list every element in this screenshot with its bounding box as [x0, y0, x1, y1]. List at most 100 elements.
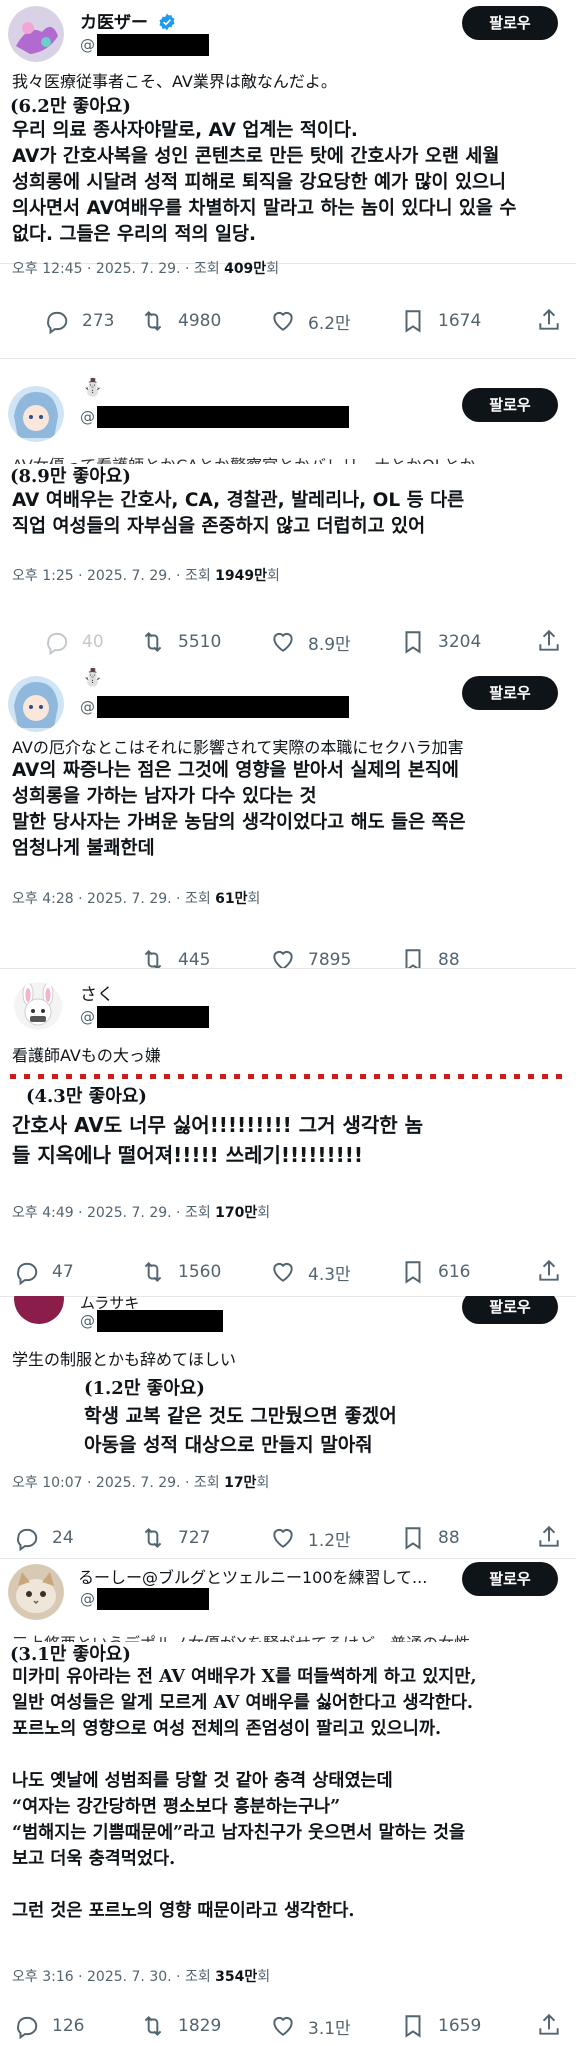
redacted-handle	[97, 1310, 223, 1332]
handle[interactable]: @	[80, 696, 349, 718]
redacted-handle	[97, 696, 349, 718]
repost-button[interactable]: 1560	[140, 1256, 221, 1288]
follow-button[interactable]: 팔로우	[462, 1562, 558, 1596]
redacted-handle	[97, 1588, 209, 1610]
red-dotted-divider	[10, 1074, 566, 1079]
reply-button[interactable]: 273	[44, 305, 114, 337]
bookmark-icon	[405, 1527, 421, 1550]
like-button[interactable]: 6.2만	[270, 305, 351, 337]
repost-icon	[144, 949, 162, 968]
display-name[interactable]: ⛄	[82, 668, 103, 688]
likes-badge: (3.1만 좋아요)	[10, 1644, 131, 1665]
timestamp: 오후 12:45 · 2025. 7. 29. · 조회 409만회	[12, 261, 280, 277]
bookmark-button[interactable]: 1674	[400, 305, 481, 337]
reply-button[interactable]: 24	[14, 1522, 74, 1554]
handle[interactable]: @	[80, 1588, 209, 1610]
share-icon[interactable]	[536, 2012, 562, 2038]
like-button[interactable]: 7895	[270, 944, 351, 968]
action-bar: 24 727 1.2만 88	[0, 1522, 576, 1554]
avatar[interactable]	[14, 1296, 64, 1324]
repost-button[interactable]: 1829	[140, 2010, 221, 2042]
reply-button[interactable]: 40	[44, 626, 104, 658]
handle[interactable]: @	[80, 1006, 209, 1028]
timestamp: 오후 10:07 · 2025. 7. 29. · 조회 17만회	[12, 1475, 270, 1491]
action-bar: 40 5510 8.9만 3204	[0, 626, 576, 658]
like-button[interactable]: 8.9만	[270, 626, 351, 658]
translation-text: 간호사 AV도 너무 싫어!!!!!!!!! 그거 생각한 놈 들 지옥에나 떨…	[12, 1113, 424, 1167]
action-bar: 445 7895 88	[0, 944, 576, 968]
bookmark-button[interactable]: 3204	[400, 626, 481, 658]
likes-badge: (1.2만 좋아요)	[84, 1378, 205, 1399]
original-text: 看護師AVもの大っ嫌	[12, 1046, 161, 1065]
avatar[interactable]	[14, 982, 62, 1030]
verified-badge-icon	[159, 13, 175, 31]
post-4: さく @ 看護師AVもの大っ嫌 (4.3만 좋아요) 간호사 AV도 너무 싫어…	[0, 978, 576, 1297]
reply-icon	[47, 311, 68, 334]
reply-icon	[17, 1528, 38, 1551]
repost-button[interactable]: 5510	[140, 626, 221, 658]
handle[interactable]: @	[80, 1310, 223, 1332]
bookmark-icon	[405, 310, 421, 333]
post-5: ムラサキ @ 팔로우 学生の制服とかも辞めてほしい (1.2만 좋아요) 학생 …	[0, 1296, 576, 1559]
post-3: ⛄ @ 팔로우 AVの厄介なとこはそれに影響されて実際の本職にセクハラ加害 AV…	[0, 668, 576, 969]
bookmark-button[interactable]: 88	[400, 944, 460, 968]
bookmark-icon	[405, 949, 421, 968]
avatar[interactable]	[8, 386, 64, 442]
reply-icon	[17, 1262, 38, 1285]
reply-button[interactable]: 47	[14, 1256, 74, 1288]
heart-icon	[273, 1262, 293, 1282]
bookmark-button[interactable]: 1659	[400, 2010, 481, 2042]
action-bar: 47 1560 4.3만 616	[0, 1256, 576, 1288]
heart-icon	[273, 1528, 293, 1548]
translation-text: AV의 짜증나는 점은 그것에 영향을 받아서 실제의 본직에 성희롱을 가하는…	[12, 760, 466, 859]
likes-badge: (6.2만 좋아요)	[10, 96, 131, 117]
timestamp: 오후 4:28 · 2025. 7. 29. · 조회 61만회	[12, 891, 261, 907]
timestamp: 오후 4:49 · 2025. 7. 29. · 조회 170만회	[12, 1205, 271, 1221]
share-icon[interactable]	[536, 628, 562, 654]
display-name[interactable]: さく	[80, 980, 114, 1005]
display-name[interactable]: カ医ザー	[80, 8, 176, 33]
original-text: 我々医療従事者こそ、AV業界は敵なんだよ。	[12, 72, 337, 91]
reply-button[interactable]: 126	[14, 2010, 84, 2042]
follow-button[interactable]: 팔로우	[462, 6, 558, 40]
repost-icon	[144, 1527, 162, 1549]
like-button[interactable]: 3.1만	[270, 2010, 351, 2042]
repost-button[interactable]: 445	[140, 944, 210, 968]
original-text: AVの厄介なとこはそれに影響されて実際の本職にセクハラ加害	[12, 738, 464, 757]
display-name[interactable]: るーしー@ブルグとツェルニー100を練習して...	[78, 1564, 427, 1588]
post-1: カ医ザー @ 팔로우 我々医療従事者こそ、AV業界は敵なんだよ。 (6.2만 좋…	[0, 0, 576, 264]
share-icon[interactable]	[536, 1258, 562, 1284]
repost-icon	[144, 1261, 162, 1283]
bookmark-button[interactable]: 616	[400, 1256, 470, 1288]
redacted-handle	[97, 34, 209, 56]
repost-button[interactable]: 727	[140, 1522, 210, 1554]
repost-icon	[144, 310, 162, 332]
repost-icon	[144, 2015, 162, 2037]
like-button[interactable]: 1.2만	[270, 1522, 351, 1554]
handle[interactable]: @	[80, 34, 209, 56]
follow-button[interactable]: 팔로우	[462, 676, 558, 710]
follow-button[interactable]: 팔로우	[462, 1296, 558, 1324]
translation-text: 우리 의료 종사자야말로, AV 업계는 적이다. AV가 간호사복을 성인 콘…	[12, 120, 517, 245]
avatar[interactable]	[8, 676, 64, 732]
share-icon[interactable]	[536, 1524, 562, 1550]
reply-icon	[47, 632, 68, 655]
display-name[interactable]: ⛄	[82, 378, 103, 398]
likes-badge: (8.9만 좋아요)	[10, 466, 131, 487]
follow-button[interactable]: 팔로우	[462, 388, 558, 422]
translation-text: 학생 교복 같은 것도 그만뒀으면 좋겠어 아동을 성적 대상으로 만들지 말아…	[84, 1405, 397, 1456]
heart-icon	[273, 950, 293, 968]
bookmark-button[interactable]: 88	[400, 1522, 460, 1554]
handle[interactable]: @	[80, 406, 349, 428]
post-2: ⛄ @ 팔로우 AV女優って看護師とかCAとか警察官とかバレリーナとかOLとか …	[0, 376, 576, 676]
heart-icon	[273, 632, 293, 652]
share-icon[interactable]	[536, 307, 562, 333]
redacted-handle	[97, 1006, 209, 1028]
repost-button[interactable]: 4980	[140, 305, 221, 337]
like-button[interactable]: 4.3만	[270, 1256, 351, 1288]
repost-icon	[144, 631, 162, 653]
timestamp: 오후 3:16 · 2025. 7. 30. · 조회 354만회	[12, 1969, 271, 1985]
avatar[interactable]	[8, 6, 64, 62]
avatar[interactable]	[8, 1564, 64, 1620]
translation-text: AV 여배우는 간호사, CA, 경찰관, 발레리나, OL 등 다른 직업 여…	[12, 490, 465, 537]
